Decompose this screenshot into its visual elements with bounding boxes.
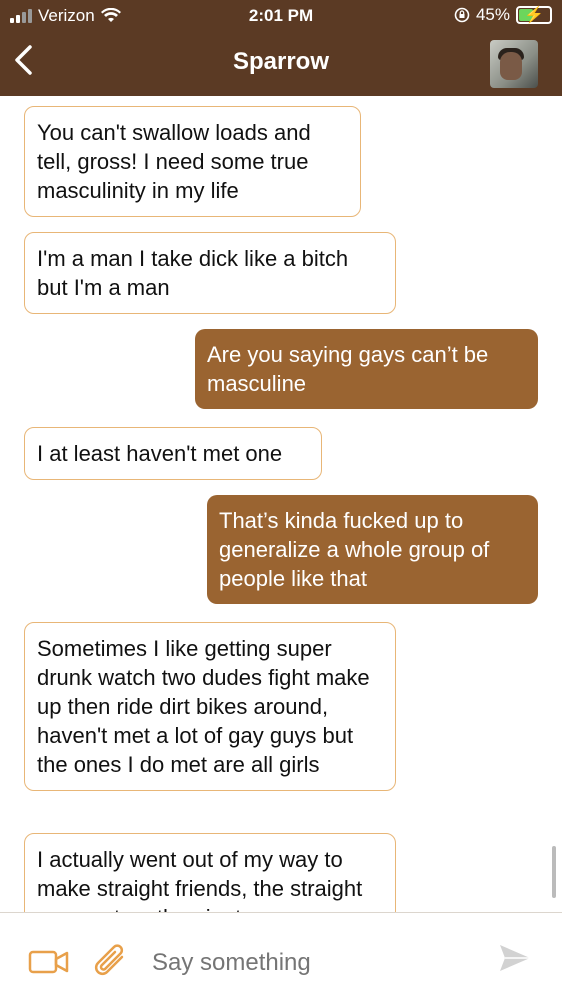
video-camera-icon[interactable]	[28, 949, 70, 975]
status-right: 45% ⚡	[454, 5, 552, 25]
orientation-lock-icon	[454, 7, 470, 23]
incoming-message: I'm a man I take dick like a bitch but I…	[24, 232, 396, 314]
incoming-message: I at least haven't met one	[24, 427, 322, 480]
incoming-message: I actually went out of my way to make st…	[24, 833, 396, 912]
outgoing-message: Are you saying gays can’t be masculine	[195, 329, 538, 409]
top-bar: Verizon 2:01 PM 45% ⚡ Sparrow	[0, 0, 562, 96]
send-icon[interactable]	[498, 943, 532, 973]
composer	[0, 912, 562, 1001]
avatar[interactable]	[490, 40, 538, 88]
message-list[interactable]: You can't swallow loads and tell, gross!…	[0, 96, 562, 912]
scrollbar[interactable]	[552, 846, 556, 898]
battery-icon: ⚡	[516, 6, 552, 24]
paperclip-icon[interactable]	[92, 943, 128, 981]
message-input[interactable]	[152, 949, 452, 977]
incoming-message: You can't swallow loads and tell, gross!…	[24, 106, 361, 217]
battery-percent: 45%	[475, 5, 510, 24]
incoming-message: Sometimes I like getting super drunk wat…	[24, 622, 396, 791]
conversation-title[interactable]: Sparrow	[0, 48, 562, 76]
outgoing-message: That’s kinda fucked up to generalize a w…	[207, 495, 538, 604]
status-bar: Verizon 2:01 PM 45% ⚡	[0, 0, 562, 32]
